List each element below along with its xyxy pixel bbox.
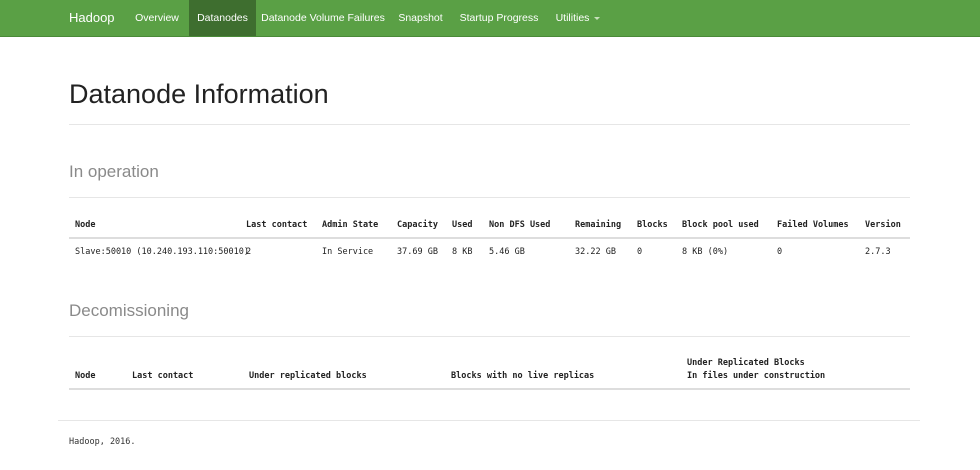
cell-remaining: 32.22 GB (575, 247, 616, 257)
nav-utilities-label: Utilities (555, 12, 590, 24)
header-node: Node (75, 371, 96, 381)
cell-block-pool-used: 8 KB (0%) (682, 247, 729, 257)
header-under-replicated-blocks-line1: Under Replicated Blocks (687, 358, 805, 368)
header-last-contact: Last contact (246, 220, 308, 230)
cell-node[interactable]: Slave:50010 (10.240.193.110:50010) (75, 247, 249, 257)
header-non-dfs-used: Non DFS Used (489, 220, 551, 230)
caret-down-icon (594, 16, 601, 20)
footer-text: Hadoop, 2016. (69, 437, 136, 447)
header-failed-volumes: Failed Volumes (777, 220, 849, 230)
cell-capacity: 37.69 GB (397, 247, 438, 257)
header-under-replicated-blocks-line2: In files under construction (687, 371, 826, 381)
header-admin-state: Admin State (322, 220, 379, 230)
section-title-decomissioning: Decomissioning (69, 301, 189, 320)
divider (69, 197, 910, 198)
cell-version: 2.7.3 (865, 247, 891, 257)
cell-admin-state: In Service (322, 247, 374, 257)
header-blocks: Blocks (637, 220, 668, 230)
nav-snapshot[interactable]: Snapshot (390, 0, 451, 36)
nav-startup-progress[interactable]: Startup Progress (452, 0, 546, 36)
nav-overview[interactable]: Overview (126, 0, 188, 36)
header-capacity: Capacity (397, 220, 438, 230)
cell-non-dfs-used: 5.46 GB (489, 247, 525, 257)
nav-utilities-dropdown[interactable]: Utilities (547, 0, 609, 36)
divider (69, 124, 910, 125)
cell-last-contact: 2 (246, 247, 252, 257)
header-last-contact: Last contact (132, 371, 194, 381)
header-remaining: Remaining (575, 220, 622, 230)
cell-blocks: 0 (637, 247, 643, 257)
table-header-border (69, 237, 910, 239)
section-title-in-operation: In operation (69, 162, 159, 181)
footer-divider (58, 420, 920, 421)
header-block-pool-used: Block pool used (682, 220, 759, 230)
header-node: Node (75, 220, 96, 230)
brand-link[interactable]: Hadoop (69, 0, 115, 37)
header-used: Used (452, 220, 473, 230)
nav-datanodes[interactable]: Datanodes (189, 0, 256, 36)
header-version: Version (865, 220, 901, 230)
cell-used: 8 KB (452, 247, 473, 257)
cell-failed-volumes: 0 (777, 247, 783, 257)
navbar: Hadoop Overview Datanodes Datanode Volum… (0, 0, 980, 37)
page-title: Datanode Information (69, 79, 329, 109)
nav-datanode-volume-failures[interactable]: Datanode Volume Failures (257, 0, 389, 36)
header-blocks-no-live-replicas: Blocks with no live replicas (451, 371, 595, 381)
table-header-border (69, 388, 910, 390)
divider (69, 336, 910, 337)
header-under-replicated-blocks: Under replicated blocks (249, 371, 367, 381)
